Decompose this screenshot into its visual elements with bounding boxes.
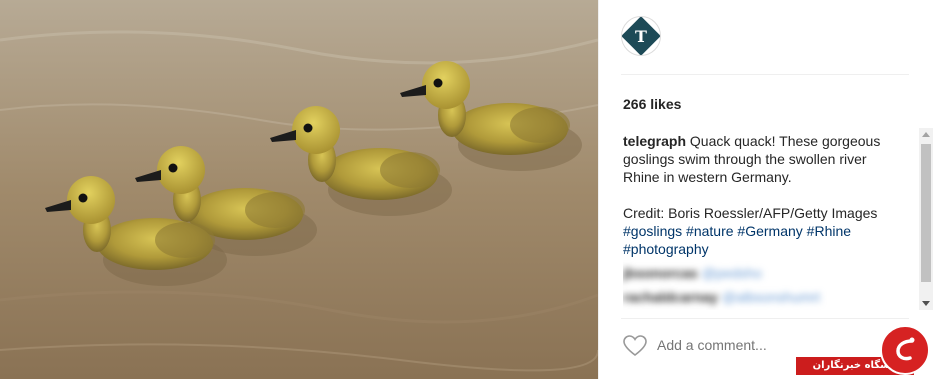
comment-text[interactable]: @albsonshumrt (722, 289, 820, 305)
arrow-up-icon[interactable] (922, 132, 930, 137)
watermark-logo-icon (880, 325, 930, 375)
arrow-down-icon[interactable] (922, 301, 930, 306)
comment-username[interactable]: rachaldcarnay (623, 289, 718, 305)
comment: jbsonorcas @pedsho (623, 264, 915, 282)
post-image[interactable] (0, 0, 598, 379)
caption-scroll-area[interactable]: telegraph Quack quack! These gorgeous go… (623, 132, 915, 310)
post-header: T (621, 16, 909, 75)
caption-username[interactable]: telegraph (623, 133, 686, 149)
comment: rachaldcarnay @albsonshumrt (623, 288, 915, 306)
telegraph-logo-icon: T (622, 17, 660, 55)
goslings-photo (0, 0, 598, 379)
watermark-glyph-icon (896, 337, 915, 361)
hashtag-rhine[interactable]: #Rhine (807, 223, 851, 239)
avatar-letter: T (635, 27, 647, 46)
caption-credit: Credit: Boris Roessler/AFP/Getty Images (623, 205, 878, 221)
heart-icon[interactable] (623, 335, 647, 357)
scrollbar-thumb[interactable] (921, 144, 931, 282)
watermark: باشگاه خبرنگاران (796, 323, 933, 379)
caption: telegraph Quack quack! These gorgeous go… (623, 132, 905, 258)
caption-scrollbar[interactable] (919, 128, 933, 310)
account-avatar[interactable]: T (621, 16, 661, 56)
hashtag-photography[interactable]: #photography (623, 241, 709, 257)
hashtag-nature[interactable]: #nature (686, 223, 733, 239)
comment-username[interactable]: jbsonorcas (623, 265, 698, 281)
divider (621, 318, 909, 319)
comment-text[interactable]: @pedsho (702, 265, 762, 281)
hashtag-goslings[interactable]: #goslings (623, 223, 682, 239)
hashtag-germany[interactable]: #Germany (737, 223, 802, 239)
likes-count[interactable]: 266 likes (623, 96, 681, 112)
